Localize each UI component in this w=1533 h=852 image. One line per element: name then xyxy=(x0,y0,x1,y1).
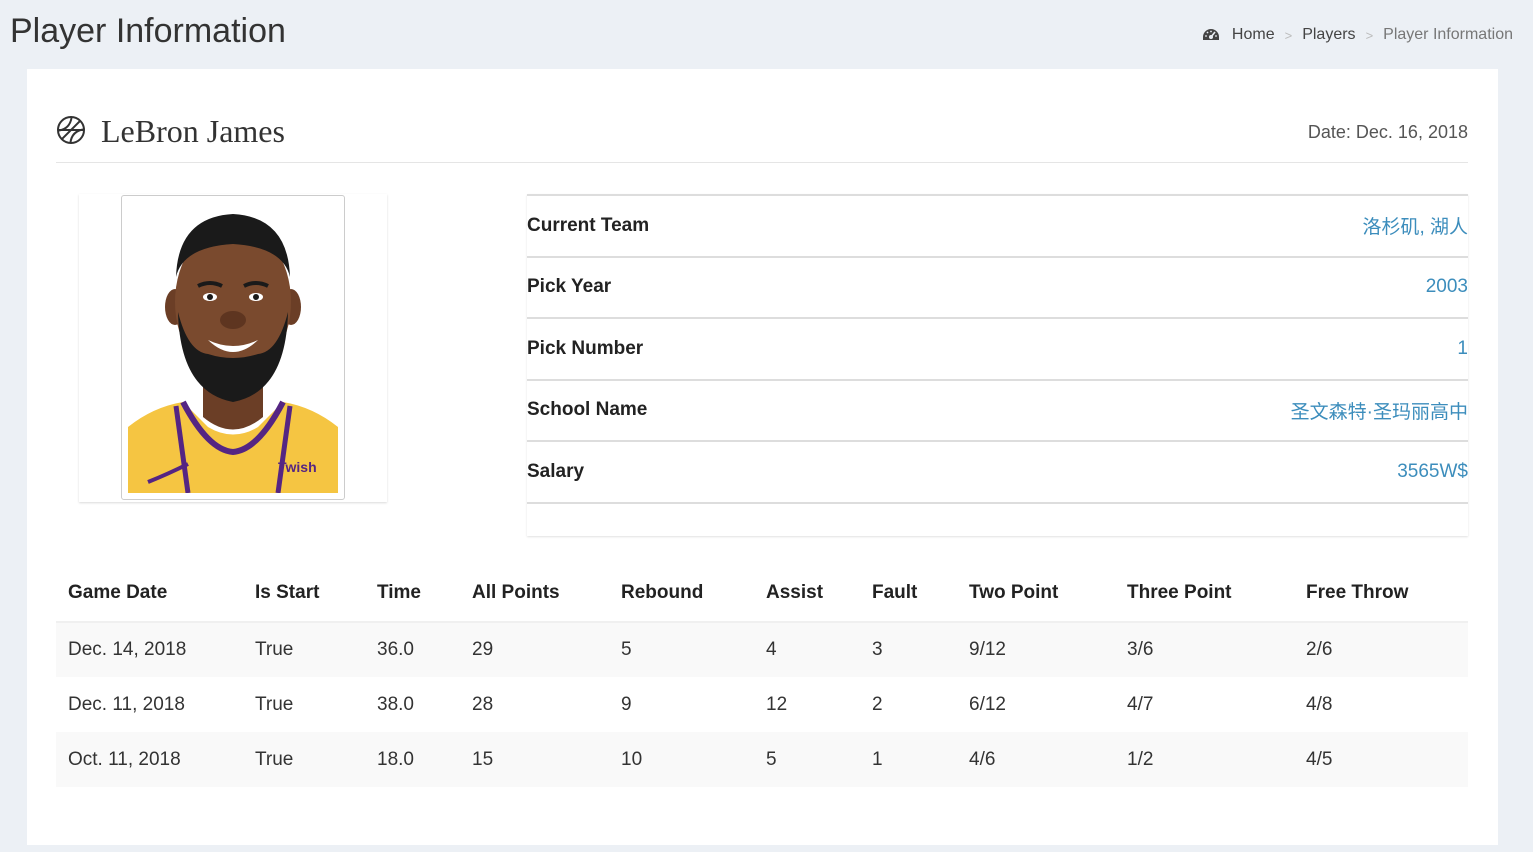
info-value: 1 xyxy=(1457,337,1468,359)
table-cell: 28 xyxy=(472,693,494,715)
column-header: Time xyxy=(365,565,460,623)
table-cell: 6/12 xyxy=(969,693,1006,715)
content-header: Player Information Home > Players > Play… xyxy=(0,0,1533,68)
table-cell: 4/7 xyxy=(1127,693,1154,715)
info-row: Salary 3565W$ xyxy=(527,442,1468,504)
table-row: Oct. 11, 2018 True 18.0 15 10 5 1 4/6 1/2 4/5 xyxy=(56,732,1468,787)
table-cell: 10 xyxy=(621,748,643,770)
table-cell: 2 xyxy=(872,693,883,715)
page-title: Player Information xyxy=(10,12,286,50)
table-cell: Dec. 11, 2018 xyxy=(68,693,185,715)
info-value: 3565W$ xyxy=(1397,460,1468,482)
info-value: 洛杉矶, 湖人 xyxy=(1362,217,1468,239)
column-header: All Points xyxy=(460,565,609,623)
breadcrumb-separator: > xyxy=(1365,27,1374,43)
info-label: Current Team xyxy=(527,214,650,236)
table-header-row: Game Date Is Start Time All Points Rebound As… xyxy=(56,565,1468,623)
report-date: Date: Dec. 16, 2018 xyxy=(1307,122,1468,142)
svg-text:Twish: Twish xyxy=(278,459,317,475)
breadcrumb: Home > Players > Player Information xyxy=(1202,26,1513,44)
table-cell: 4/8 xyxy=(1306,693,1333,715)
column-header: Game Date xyxy=(56,565,243,623)
table-cell: 5 xyxy=(766,748,777,770)
table-cell: True xyxy=(255,693,294,715)
breadcrumb-current: Player Information xyxy=(1383,26,1513,43)
breadcrumb-players-link[interactable]: Players xyxy=(1302,26,1355,44)
column-header: Rebound xyxy=(609,565,754,623)
info-row: Pick Year 2003 xyxy=(527,258,1468,319)
info-label: Salary xyxy=(527,460,585,482)
player-header: LeBron James Date: Dec. 16, 2018 xyxy=(56,109,1468,163)
table-cell: 18.0 xyxy=(377,748,414,770)
breadcrumb-home-link[interactable]: Home xyxy=(1232,26,1275,44)
player-photo: Twish xyxy=(121,195,345,500)
table-cell: Dec. 14, 2018 xyxy=(68,639,187,660)
table-row: Dec. 14, 2018 True 36.0 29 5 4 3 9/12 3/6 2/6 xyxy=(56,622,1468,677)
info-row: School Name 圣文森特·圣玛丽高中 xyxy=(527,381,1468,442)
player-box: LeBron James Date: Dec. 16, 2018 Twish C… xyxy=(27,69,1498,845)
table-cell: 4 xyxy=(766,639,777,660)
player-name: LeBron James xyxy=(101,113,285,149)
table-cell: 3/6 xyxy=(1127,639,1154,660)
table-cell: Oct. 11, 2018 xyxy=(68,748,181,770)
table-cell: True xyxy=(255,639,294,660)
info-label: Pick Year xyxy=(527,276,612,298)
table-cell: 2/6 xyxy=(1306,639,1333,660)
dashboard-icon xyxy=(1202,29,1219,40)
game-stats-table: Game Date Is Start Time All Points Rebound As… xyxy=(56,565,1468,787)
info-label: Pick Number xyxy=(527,337,644,359)
breadcrumb-separator: > xyxy=(1284,27,1293,43)
column-header: Assist xyxy=(754,565,860,623)
column-header: Fault xyxy=(860,565,957,623)
column-header: Free Throw xyxy=(1294,565,1468,623)
player-photo-card: Twish xyxy=(79,194,387,502)
table-cell: 5 xyxy=(621,639,632,660)
table-cell: 1 xyxy=(872,748,883,770)
info-value: 2003 xyxy=(1425,276,1468,298)
table-cell: 4/6 xyxy=(969,748,996,770)
table-cell: 9/12 xyxy=(969,639,1006,660)
table-cell: 12 xyxy=(766,693,788,715)
column-header: Two Point xyxy=(957,565,1115,623)
info-value: 圣文森特·圣玛丽高中 xyxy=(1290,401,1468,423)
table-row: Dec. 11, 2018 True 38.0 28 9 12 2 6/12 4/7 4/8 xyxy=(56,677,1468,732)
table-cell: 4/5 xyxy=(1306,748,1333,770)
column-header: Three Point xyxy=(1115,565,1294,623)
table-cell: True xyxy=(255,748,294,770)
table-cell: 3 xyxy=(872,639,883,660)
player-portrait-image: Twish xyxy=(128,202,338,493)
basketball-icon xyxy=(57,116,85,144)
table-cell: 36.0 xyxy=(377,639,414,660)
info-row: Current Team 洛杉矶, 湖人 xyxy=(527,196,1468,258)
table-cell: 1/2 xyxy=(1127,748,1154,770)
info-row: Pick Number 1 xyxy=(527,319,1468,381)
table-cell: 29 xyxy=(472,639,494,660)
info-label: School Name xyxy=(527,399,648,421)
table-cell: 15 xyxy=(472,748,494,770)
table-cell: 9 xyxy=(621,693,632,715)
player-info-table: Current Team 洛杉矶, 湖人 Pick Year 2003 Pick Num… xyxy=(527,194,1468,536)
table-cell: 38.0 xyxy=(377,693,414,715)
column-header: Is Start xyxy=(243,565,365,623)
